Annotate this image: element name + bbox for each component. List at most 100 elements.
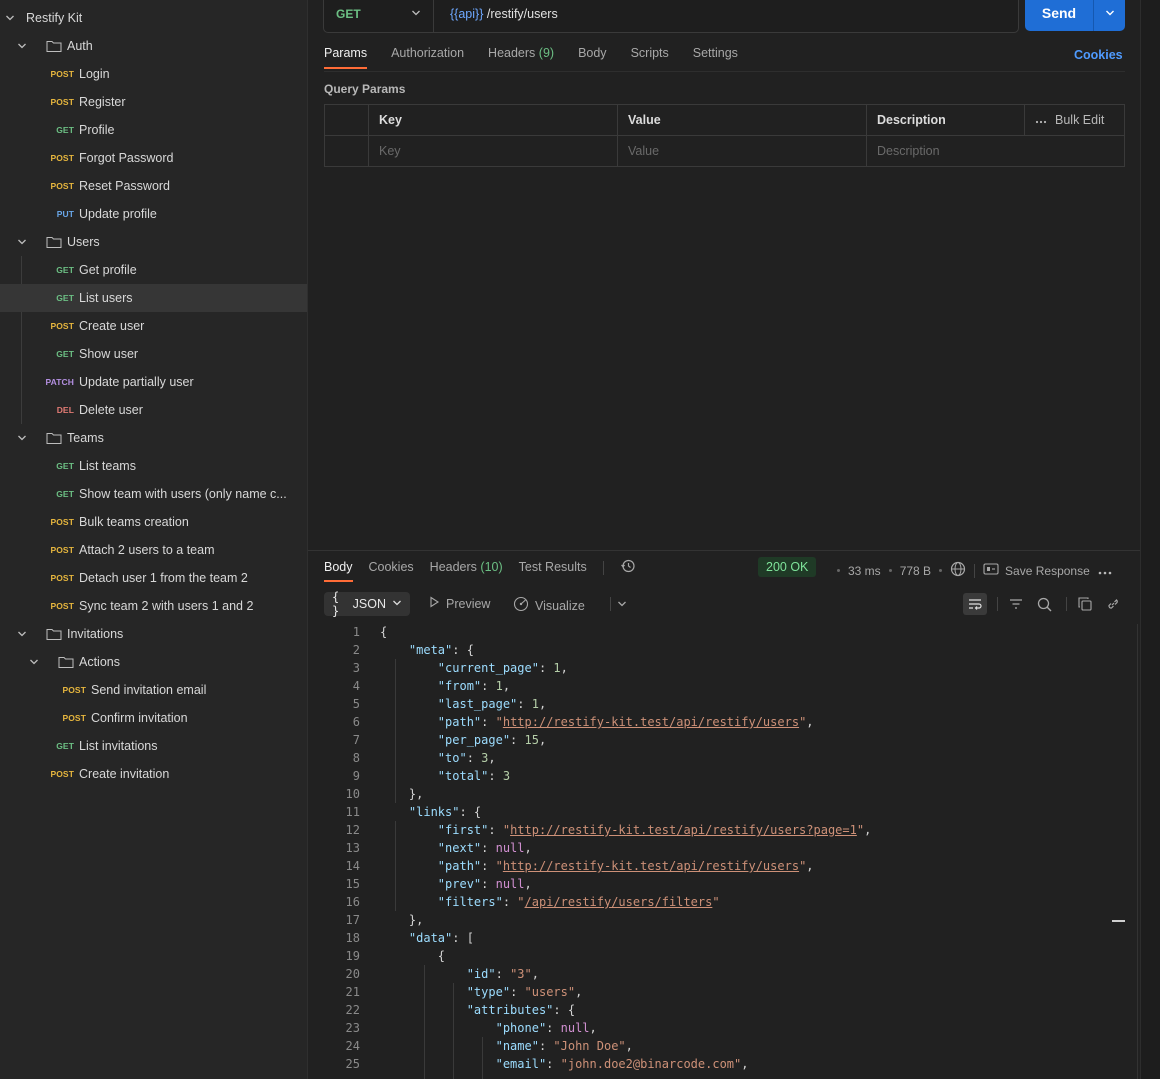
request-item[interactable]: POST Detach user 1 from the team 2 [0,564,307,592]
status-badge[interactable]: 200 OK [758,557,817,577]
wrap-icon[interactable] [963,593,987,615]
chevron-down-icon[interactable] [27,655,41,669]
code-line: 23 "phone": null, [324,1019,1124,1037]
folder-auth[interactable]: Auth [0,32,307,60]
dot-separator [837,569,840,572]
response-time[interactable]: 33 ms [848,564,881,578]
request-item[interactable]: POST Sync team 2 with users 1 and 2 [0,592,307,620]
bulk-edit-cell[interactable]: Bulk Edit [1024,104,1125,136]
visualize-button[interactable]: Visualize [513,596,585,615]
chevron-down-icon[interactable] [612,594,632,614]
tab-response-cookies[interactable]: Cookies [369,560,414,581]
chevron-down-icon[interactable] [15,235,29,249]
request-item[interactable]: POST Login [0,60,307,88]
history-icon[interactable] [620,558,636,577]
request-item[interactable]: GET List invitations [0,732,307,760]
request-item[interactable]: GET Show user [0,340,307,368]
response-size[interactable]: 778 B [900,564,931,578]
cookies-link[interactable]: Cookies [1074,48,1123,62]
code-text: "phone": null, [495,1021,597,1035]
description-header: Description [866,104,1025,136]
save-response-button[interactable]: Save Response [983,563,1090,578]
request-item[interactable]: POST Forgot Password [0,144,307,172]
chevron-down-icon[interactable] [15,431,29,445]
request-label: Create user [79,319,145,333]
folder-actions[interactable]: Actions [0,648,307,676]
method-badge: PATCH [45,377,74,387]
format-select[interactable]: { } JSON [324,590,410,618]
tab-settings[interactable]: Settings [693,46,738,68]
tab-response-body[interactable]: Body [324,560,353,582]
preview-button[interactable]: Preview [428,596,490,611]
request-item[interactable]: PATCH Update partially user [0,368,307,396]
folder-teams[interactable]: Teams [0,424,307,452]
chevron-down-icon[interactable] [15,39,29,53]
folder-users[interactable]: Users [0,228,307,256]
description-input[interactable]: Description [866,135,1125,167]
code-text: "links": { [408,805,482,819]
response-divider[interactable] [308,550,1140,551]
response-body-viewer[interactable]: 1{2 "meta": {3 "current_page": 1, 4 "from… [324,623,1124,1073]
tab-authorization[interactable]: Authorization [391,46,464,68]
more-icon [1035,113,1047,127]
response-toolbar: { } JSON Preview Visualize [324,590,1125,618]
request-label: Profile [79,123,115,137]
request-item[interactable]: POST Create invitation [0,760,307,788]
request-label: List invitations [79,739,158,753]
bulk-edit-button[interactable]: Bulk Edit [1035,113,1114,127]
globe-icon[interactable] [950,561,966,580]
tabs-divider [324,71,1125,72]
code-text: { [380,949,446,963]
folder-invitations[interactable]: Invitations [0,620,307,648]
folder-label: Teams [67,431,104,445]
code-text: "type": "users", [466,985,583,999]
code-text: }, [380,787,424,801]
dot-separator [939,569,943,572]
method-badge: GET [56,265,74,275]
tab-body[interactable]: Body [578,46,607,68]
folder-label: Invitations [67,627,124,641]
tab-response-headers[interactable]: Headers (10) [430,560,503,581]
tab-test-results[interactable]: Test Results [519,560,587,581]
method-badge: POST [62,713,86,723]
request-item[interactable]: POST Confirm invitation [0,704,307,732]
more-icon[interactable] [1098,564,1112,578]
request-item[interactable]: POST Register [0,88,307,116]
line-number: 12 [345,823,360,837]
collection-sidebar: Restify Kit Auth POST Login POST Register … [0,0,308,1079]
scrollbar-thumb[interactable] [1112,920,1125,922]
request-item[interactable]: POST Bulk teams creation [0,508,307,536]
chevron-down-icon[interactable] [3,11,17,25]
request-item[interactable]: POST Send invitation email [0,676,307,704]
tab-scripts[interactable]: Scripts [631,46,669,68]
request-item[interactable]: POST Create user [0,312,307,340]
search-icon[interactable] [1034,594,1054,614]
tab-headers[interactable]: Headers (9) [488,46,554,68]
method-select[interactable]: GET [324,0,434,32]
value-input[interactable]: Value [617,135,867,167]
request-item[interactable]: POST Reset Password [0,172,307,200]
request-item-selected[interactable]: GET List users [0,284,307,312]
link-icon[interactable] [1103,594,1123,614]
filter-icon[interactable] [1006,594,1026,614]
request-item[interactable]: DEL Delete user [0,396,307,424]
chevron-down-icon[interactable] [15,627,29,641]
request-item[interactable]: GET List teams [0,452,307,480]
url-input[interactable]: {{api}} /restify/users [434,7,558,21]
send-dropdown[interactable] [1093,0,1125,31]
chevron-down-icon [392,597,402,611]
request-item[interactable]: GET Profile [0,116,307,144]
collection-root[interactable]: Restify Kit [0,4,307,32]
request-item[interactable]: GET Show team with users (only name c... [0,480,307,508]
key-input[interactable]: Key [368,135,618,167]
method-badge: POST [62,685,86,695]
tab-params[interactable]: Params [324,46,368,69]
line-number: 6 [352,715,360,729]
send-button[interactable]: Send [1025,0,1125,31]
line-number: 21 [345,985,360,999]
key-header: Key [368,104,618,136]
request-item[interactable]: POST Attach 2 users to a team [0,536,307,564]
request-item[interactable]: PUT Update profile [0,200,307,228]
request-item[interactable]: GET Get profile [0,256,307,284]
copy-icon[interactable] [1075,594,1095,614]
